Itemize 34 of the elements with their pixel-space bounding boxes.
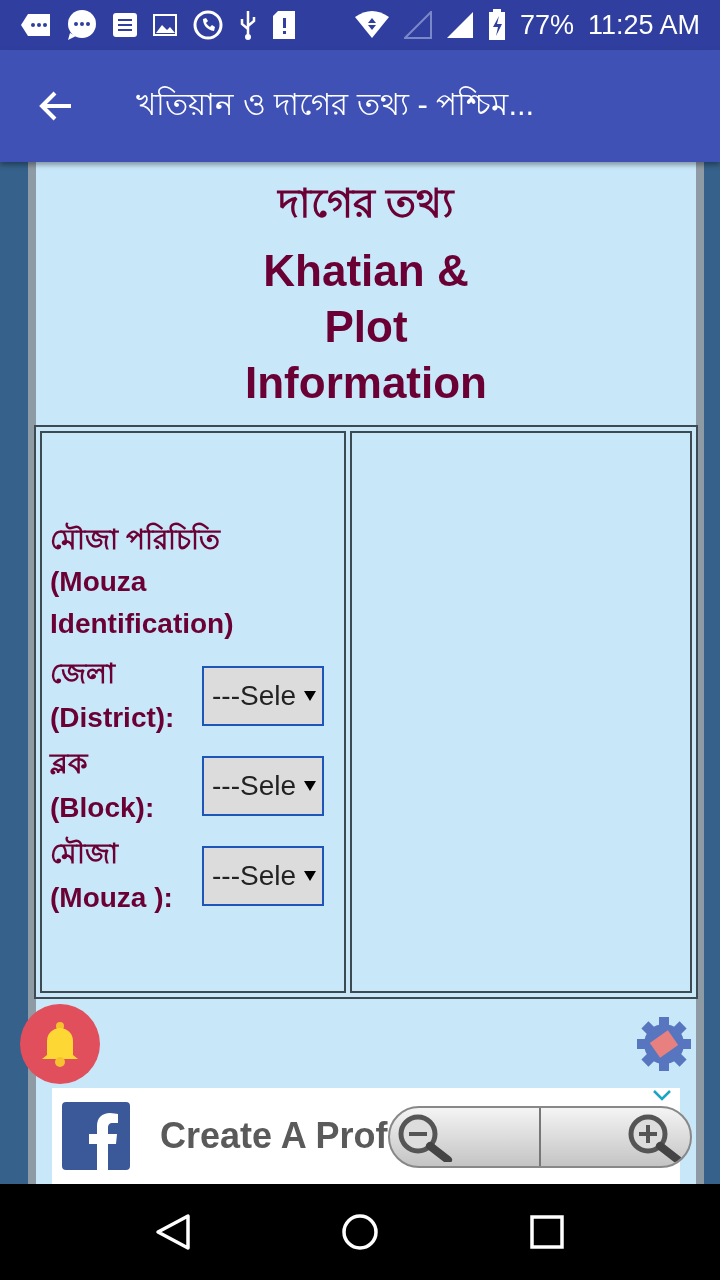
alert-card-icon [272,10,296,40]
close-icon [652,1089,672,1102]
message-icon [20,12,52,38]
square-recents-icon [529,1215,564,1249]
phone-chat-icon [192,9,224,41]
gear-icon[interactable] [636,1016,692,1073]
dropdown-caret-icon [304,780,316,792]
app-bar-title: খতিয়ান ও দাগের তথ্য - পশ্চিম... [136,85,535,124]
field-label: মৌজা (Mouza ): [50,835,174,915]
clock-time: 11:25 AM [587,9,700,41]
dropdown-select[interactable]: ---Sele [202,666,324,726]
wifi-icon [353,11,390,39]
signal-icon [445,11,474,39]
triangle-back-icon [155,1213,192,1251]
document-icon [112,12,138,38]
usb-icon [238,9,258,41]
dropdown-caret-icon [304,870,316,882]
field-label: ব্লক (Block): [50,747,156,825]
back-arrow-icon [39,90,73,122]
dropdown-select[interactable]: ---Sele [202,756,324,816]
ad-headline: Create A Prof [160,1114,388,1157]
image-icon [152,13,178,37]
signal-icon [403,11,432,39]
page-heading: Khatian & Plot Information [244,245,488,409]
facebook-logo-icon [62,1101,130,1170]
battery-level: 77% [519,9,574,41]
dropdown-caret-icon [304,690,316,702]
page-heading: দাগের তথ্য [277,180,455,227]
field-label: জেলা (District): [50,657,176,735]
circle-home-icon [341,1213,379,1251]
chat-icon [66,9,98,41]
dropdown-select[interactable]: ---Sele [202,846,324,906]
section-title: মৌজা পরিচিতি (Mouza Identification) [50,521,235,641]
battery-charging-icon [487,9,506,41]
